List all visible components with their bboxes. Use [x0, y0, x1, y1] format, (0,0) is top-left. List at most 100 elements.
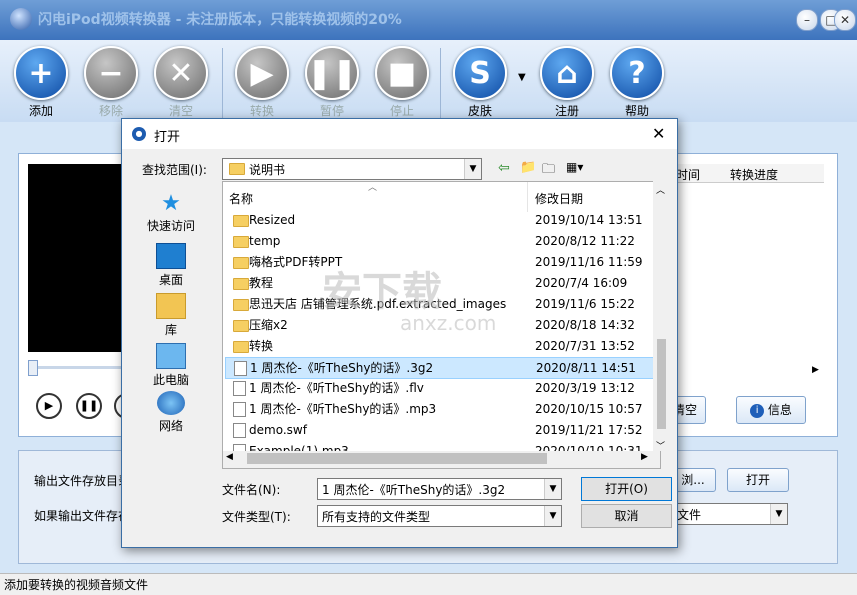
folder-icon [233, 236, 249, 248]
file-date: 2020/8/11 14:51 [536, 361, 636, 375]
place-libraries[interactable]: 库 [138, 293, 204, 338]
add-label: 添加 [28, 104, 53, 118]
column-date[interactable]: 修改日期 [535, 190, 583, 207]
file-row[interactable]: 1 周杰伦-《听TheShy的话》.flv 2020/3/19 13:12 [225, 378, 655, 398]
place-label: 快速访问 [146, 219, 195, 233]
column-time: 时间 [676, 168, 701, 182]
dialog-open-button[interactable]: 打开(O) [581, 477, 672, 501]
file-row[interactable]: temp 2020/8/12 11:22 [225, 231, 655, 251]
scroll-thumb[interactable] [657, 339, 666, 429]
chevron-down-icon: ▼ [464, 159, 481, 179]
scroll-left-icon[interactable]: ◀ [226, 452, 233, 462]
file-row[interactable]: 1 周杰伦-《听TheShy的话》.3g2 2020/8/11 14:51 [225, 357, 657, 379]
place-quick-access[interactable]: ★ 快速访问 [138, 191, 204, 234]
pause-button[interactable]: ❚❚ 暂停 [301, 46, 363, 119]
clear-toolbar-button[interactable]: ✕ 清空 [150, 46, 212, 119]
pause-icon: ❚❚ [305, 46, 359, 100]
dialog-app-icon: ● [132, 127, 146, 141]
file-row[interactable]: demo.swf 2019/11/21 17:52 [225, 420, 655, 440]
exists-action-select[interactable]: 文件 ▼ [670, 503, 788, 525]
filename-label: 文件名(N): [222, 483, 281, 497]
seek-handle[interactable] [28, 360, 38, 376]
view-menu-icon[interactable]: ▦▾ [566, 160, 583, 174]
x-icon: ✕ [154, 46, 208, 100]
dialog-cancel-button[interactable]: 取消 [581, 504, 672, 528]
file-name: temp [249, 234, 281, 248]
toolbar-divider [440, 48, 441, 118]
chevron-down-icon: ▼ [544, 479, 561, 499]
file-list-hscroll[interactable]: ◀ ▶ [222, 451, 661, 469]
place-this-pc[interactable]: 此电脑 [138, 343, 204, 388]
file-row[interactable]: Resized 2019/10/14 13:51 [225, 210, 655, 230]
output-exists-label: 如果输出文件存在 [34, 509, 131, 523]
place-network[interactable]: 网络 [138, 391, 204, 434]
convert-button[interactable]: ▶ 转换 [231, 46, 293, 119]
open-folder-button[interactable]: 打开 [727, 468, 789, 492]
file-date: 2020/3/19 13:12 [535, 381, 635, 395]
filename-input[interactable]: 1 周杰伦-《听TheShy的话》.3g2 ▼ [317, 478, 562, 500]
watermark: 安下载 anxz.com [322, 259, 496, 335]
scroll-up-icon[interactable]: ︿ [656, 183, 665, 196]
folder-icon [229, 163, 245, 175]
register-button[interactable]: ⌂ 注册 [536, 46, 598, 119]
help-button[interactable]: ? 帮助 [606, 46, 668, 119]
window-title: 闪电iPod视频转换器 - 未注册版本，只能转换视频的20% [38, 12, 402, 28]
file-icon [233, 402, 246, 417]
file-name: 1 周杰伦-《听TheShy的话》.3g2 [250, 361, 434, 375]
scroll-right-icon[interactable]: ▶ [641, 452, 648, 462]
stop-button[interactable]: ■ 停止 [371, 46, 433, 119]
preview-play-icon[interactable]: ▶ [36, 393, 62, 419]
lookin-value: 说明书 [249, 163, 286, 177]
skin-s-icon: S [453, 46, 507, 100]
file-date: 2019/11/21 17:52 [535, 423, 643, 437]
file-date: 2019/10/14 13:51 [535, 213, 643, 227]
file-name: Resized [249, 213, 296, 227]
new-folder-icon[interactable]: 🗀 [542, 160, 555, 182]
library-icon [156, 293, 186, 319]
close-button[interactable]: ✕ [834, 9, 856, 31]
filetype-label: 文件类型(T): [222, 510, 291, 524]
up-folder-icon[interactable]: 📁 [520, 160, 536, 175]
network-globe-icon [157, 391, 185, 415]
place-label: 此电脑 [152, 373, 189, 387]
file-icon [233, 381, 246, 396]
info-label: 信息 [767, 403, 792, 417]
status-bar: 添加要转换的视频音频文件 [0, 573, 857, 595]
info-button[interactable]: i 信息 [736, 396, 806, 424]
filetype-select[interactable]: 所有支持的文件类型 ▼ [317, 505, 562, 527]
column-divider [527, 182, 528, 212]
skin-button[interactable]: S 皮肤 [449, 46, 511, 119]
hscroll-thumb[interactable] [247, 453, 547, 464]
preview-pause-icon[interactable]: ❚❚ [76, 393, 102, 419]
app-icon [10, 8, 32, 30]
remove-button[interactable]: − 移除 [80, 46, 142, 119]
skin-dropdown-icon[interactable]: ▼ [518, 72, 526, 83]
back-arrow-icon[interactable]: ⇦ [498, 160, 510, 176]
file-list-vscroll[interactable]: ︿ ﹀ [653, 181, 670, 459]
computer-icon [156, 343, 186, 369]
info-icon: i [750, 403, 765, 418]
folder-icon [233, 320, 249, 332]
file-row[interactable]: 转换 2020/7/31 13:52 [225, 336, 655, 356]
dialog-close-icon[interactable]: ✕ [652, 124, 665, 143]
list-scroll-right-icon[interactable]: ▶ [812, 365, 819, 375]
place-label: 库 [164, 323, 177, 337]
help-label: 帮助 [624, 104, 649, 118]
chevron-down-icon: ▼ [544, 506, 561, 526]
add-button[interactable]: + 添加 [10, 46, 72, 119]
dialog-title: 打开 [154, 130, 181, 145]
folder-icon [233, 299, 249, 311]
file-row[interactable]: 1 周杰伦-《听TheShy的话》.mp3 2020/10/15 10:57 [225, 399, 655, 419]
column-name[interactable]: 名称 [229, 190, 253, 207]
home-icon: ⌂ [540, 46, 594, 100]
file-date: 2020/7/31 13:52 [535, 339, 635, 353]
register-label: 注册 [554, 104, 579, 118]
minimize-button[interactable]: – [796, 9, 818, 31]
lookin-select[interactable]: 说明书 ▼ [222, 158, 482, 180]
file-date: 2019/11/6 15:22 [535, 297, 635, 311]
column-progress: 转换进度 [730, 168, 779, 182]
watermark-sub: anxz.com [400, 311, 497, 335]
file-name: 教程 [249, 276, 274, 290]
exists-action-value: 文件 [677, 508, 702, 522]
place-desktop[interactable]: 桌面 [138, 243, 204, 288]
